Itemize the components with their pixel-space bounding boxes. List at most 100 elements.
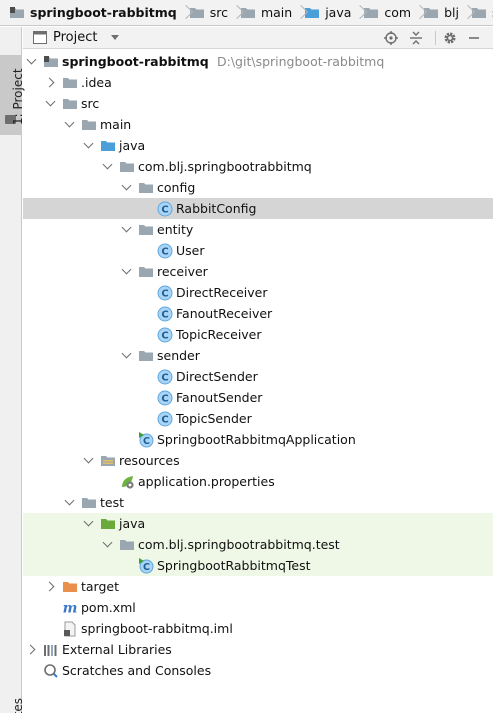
tree-node[interactable]: C SpringbootRabbitmqApplication	[23, 429, 493, 450]
tree-node-label: DirectSender	[176, 369, 258, 384]
chevron-down-icon[interactable]	[121, 182, 132, 193]
tree-node-label: com.blj.springbootrabbitmq.test	[138, 537, 340, 552]
package-icon	[119, 159, 135, 175]
tree-node[interactable]: sender	[23, 345, 493, 366]
chevron-down-icon[interactable]	[45, 98, 56, 109]
chevron-right-icon[interactable]	[45, 581, 56, 592]
tree-node[interactable]: com.blj.springbootrabbitmq	[23, 156, 493, 177]
folder-icon	[62, 96, 78, 112]
tree-node-label: TopicSender	[176, 411, 252, 426]
tree-node[interactable]: target	[23, 576, 493, 597]
chevron-down-icon[interactable]	[83, 140, 94, 151]
hide-tool-window-button[interactable]	[465, 29, 483, 47]
svg-text:C: C	[161, 289, 168, 300]
class-icon: C	[157, 285, 173, 301]
locate-file-button[interactable]	[382, 29, 400, 47]
tree-node[interactable]: C TopicSender	[23, 408, 493, 429]
tree-node[interactable]: C User	[23, 240, 493, 261]
header-divider	[435, 31, 436, 45]
tree-node[interactable]: com.blj.springbootrabbitmq.test	[23, 534, 493, 555]
tree-node[interactable]: test	[23, 492, 493, 513]
tree-node[interactable]: C TopicReceiver	[23, 324, 493, 345]
tree-node[interactable]: C RabbitConfig	[23, 198, 493, 219]
tree-node[interactable]: java	[23, 135, 493, 156]
chevron-down-icon[interactable]	[83, 518, 94, 529]
tree-node[interactable]: application.properties	[23, 471, 493, 492]
module-folder-icon	[9, 5, 25, 21]
svg-text:C: C	[161, 331, 168, 342]
tree-node[interactable]: C FanoutSender	[23, 387, 493, 408]
tree-node[interactable]: springboot-rabbitmq.iml	[23, 618, 493, 639]
tree-node[interactable]: springboot-rabbitmq D:\git\springboot-rab…	[23, 51, 493, 72]
svg-text:C: C	[143, 562, 150, 573]
breadcrumb-item[interactable]: main	[240, 0, 293, 25]
svg-text:C: C	[161, 373, 168, 384]
breadcrumb-item[interactable]: java	[304, 0, 351, 25]
tree-node-label: FanoutReceiver	[176, 306, 273, 321]
tree-node[interactable]: C DirectReceiver	[23, 282, 493, 303]
package-icon	[138, 348, 154, 364]
project-tree: springboot-rabbitmq D:\git\springboot-rab…	[23, 50, 493, 713]
tree-node-label: SpringbootRabbitmqTest	[157, 558, 311, 573]
class-icon: C	[157, 411, 173, 427]
module-path: D:\git\springboot-rabbitmq	[217, 54, 385, 69]
breadcrumb-label: src	[209, 5, 228, 20]
tree-node-label: springboot-rabbitmq	[62, 54, 209, 69]
breadcrumb-item[interactable]: com	[363, 0, 411, 25]
breadcrumb-label: springboot-rabbitmq	[30, 5, 177, 20]
project-view-icon	[33, 31, 47, 44]
tree-node-label: Scratches and Consoles	[62, 663, 212, 678]
chevron-down-icon[interactable]	[121, 350, 132, 361]
tree-node[interactable]: m pom.xml	[23, 597, 493, 618]
breadcrumb-item[interactable]: springboot-rabbitmq	[9, 0, 177, 25]
collapse-all-button[interactable]	[407, 29, 425, 47]
tree-node[interactable]: receiver	[23, 261, 493, 282]
chevron-down-icon[interactable]	[121, 224, 132, 235]
class-icon: C	[157, 306, 173, 322]
breadcrumb-label: main	[260, 5, 293, 20]
breadcrumb-item[interactable]: src	[189, 0, 228, 25]
chevron-down-icon[interactable]	[64, 119, 75, 130]
left-tool-strip: 1: Project vorites	[0, 27, 25, 713]
scratches-icon	[43, 663, 59, 679]
package-icon	[119, 537, 135, 553]
chevron-down-icon[interactable]	[102, 539, 113, 550]
chevron-down-icon[interactable]	[102, 161, 113, 172]
tree-node[interactable]: java	[23, 513, 493, 534]
chevron-down-icon[interactable]	[26, 56, 37, 67]
tree-node[interactable]: entity	[23, 219, 493, 240]
tree-node[interactable]: C SpringbootRabbitmqTest	[23, 555, 493, 576]
package-icon	[138, 222, 154, 238]
project-view-selector[interactable]: Project	[33, 30, 120, 45]
tree-node[interactable]: main	[23, 114, 493, 135]
tree-node[interactable]: config	[23, 177, 493, 198]
chevron-down-icon[interactable]	[83, 455, 94, 466]
libraries-icon	[43, 642, 59, 658]
chevron-right-icon[interactable]	[45, 77, 56, 88]
tree-node[interactable]: resources	[23, 450, 493, 471]
svg-text:C: C	[161, 394, 168, 405]
breadcrumb-item[interactable]: blj	[423, 0, 459, 25]
tree-node-label: resources	[119, 453, 180, 468]
tree-node-label: src	[81, 96, 100, 111]
project-tool-window-header: Project	[23, 27, 493, 49]
tree-node[interactable]: Scratches and Consoles	[23, 660, 493, 681]
tree-node[interactable]: src	[23, 93, 493, 114]
chevron-down-icon[interactable]	[121, 266, 132, 277]
svg-text:C: C	[143, 436, 150, 447]
package-icon	[138, 180, 154, 196]
tree-node[interactable]: C DirectSender	[23, 366, 493, 387]
navigation-breadcrumb: springboot-rabbitmqsrcmainjavacombljspri…	[0, 0, 493, 26]
source-folder-icon	[100, 138, 116, 154]
tree-node[interactable]: .idea	[23, 72, 493, 93]
chevron-down-icon[interactable]	[64, 497, 75, 508]
tree-node[interactable]: C FanoutReceiver	[23, 303, 493, 324]
chevron-right-icon[interactable]	[26, 644, 37, 655]
folder-icon	[81, 495, 97, 511]
settings-button[interactable]	[441, 29, 459, 47]
project-view-title: Project	[53, 30, 98, 45]
tree-node-label: RabbitConfig	[176, 201, 257, 216]
tree-node-label: pom.xml	[81, 600, 136, 615]
tree-node[interactable]: External Libraries	[23, 639, 493, 660]
runnable-class-icon: C	[138, 432, 154, 448]
